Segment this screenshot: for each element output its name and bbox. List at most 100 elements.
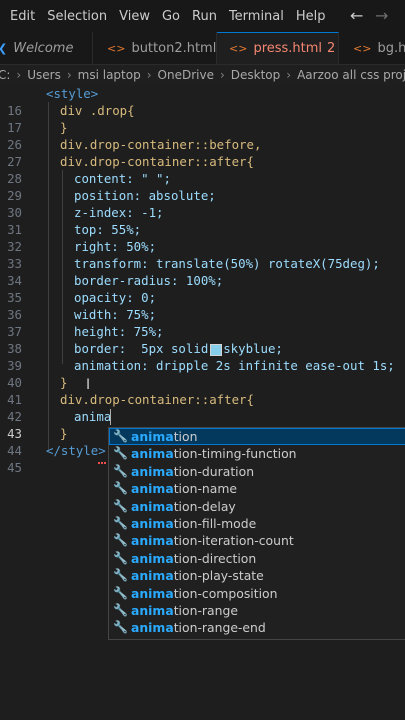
code-text: <style> xyxy=(46,86,99,101)
wrench-icon: 🔧 xyxy=(113,568,128,583)
tab-welcome[interactable]: ❮ Welcome xyxy=(0,32,93,64)
suggestion-match: anima xyxy=(131,515,174,531)
color-swatch[interactable] xyxy=(210,344,222,356)
breadcrumb-item[interactable]: Aarzoo all css project xyxy=(297,68,405,82)
breadcrumb-item[interactable]: msi laptop xyxy=(78,68,141,82)
wrench-icon: 🔧 xyxy=(113,463,128,478)
forward-arrow-icon[interactable]: → xyxy=(375,6,388,25)
wrench-icon: 🔧 xyxy=(113,429,128,443)
suggestion-match: anima xyxy=(131,602,174,618)
code-line: 42 div.drop-container::after{ xyxy=(0,391,405,424)
chevron-right-icon: › xyxy=(219,68,225,82)
suggestion-rest: tion-duration xyxy=(173,463,255,479)
suggestion-match: anima xyxy=(131,446,174,462)
suggestion-item[interactable]: 🔧 anima tion-delay xyxy=(109,498,405,515)
suggestion-rest: tion-name xyxy=(173,481,238,497)
suggestion-match: anima xyxy=(131,585,174,601)
breadcrumb: C: › Users › msi laptop › OneDrive › Desktop… xyxy=(0,65,405,85)
suggestion-match: anima xyxy=(131,550,174,566)
back-arrow-icon[interactable]: ← xyxy=(350,6,363,25)
suggestion-rest: tion-delay xyxy=(173,498,236,514)
menu-bar: Edit Selection View Go Run Terminal Help… xyxy=(0,0,405,32)
breadcrumb-item[interactable]: C: xyxy=(0,68,10,82)
suggestion-item[interactable]: 🔧 anima tion-composition xyxy=(109,585,405,602)
wrench-icon: 🔧 xyxy=(113,550,128,565)
wrench-icon: 🔧 xyxy=(113,515,128,530)
line-number: 45 xyxy=(7,460,22,475)
tab-bg-html[interactable]: <> bg.html xyxy=(339,32,405,64)
suggestion-item[interactable]: 🔧 anima tion-name xyxy=(109,480,405,497)
code-text: } xyxy=(60,426,68,441)
code-line: 26 } xyxy=(0,119,405,152)
tab-button2-html[interactable]: <> button2.html xyxy=(93,32,217,64)
code-line: 36 opacity: 0; xyxy=(0,289,405,322)
code-text: height: 75%; xyxy=(74,324,164,339)
code-line: 31 z-index: -1; xyxy=(0,204,405,237)
code-line: 37 width: 75%; xyxy=(0,306,405,339)
code-line: 27 div.drop-container::before, xyxy=(0,136,405,169)
html-file-icon: <> xyxy=(107,41,126,55)
code-text: div .drop{ xyxy=(60,103,135,118)
suggestion-rest: tion-timing-function xyxy=(173,446,297,462)
suggestion-item[interactable]: 🔧 anima tion-play-state xyxy=(109,567,405,584)
suggestion-rest: tion-range-end xyxy=(173,620,266,636)
menu-help[interactable]: Help xyxy=(290,9,332,24)
menu-run[interactable]: Run xyxy=(186,9,223,24)
suggestion-item[interactable]: 🔧 anima tion-timing-function xyxy=(109,445,405,462)
menu-go[interactable]: Go xyxy=(156,9,186,24)
tab-label: Welcome xyxy=(13,40,74,56)
suggestion-item[interactable]: 🔧 anima tion-direction xyxy=(109,550,405,567)
suggestion-item[interactable]: 🔧 anima tion-duration xyxy=(109,463,405,480)
code-line: 35 border-radius: 100%; xyxy=(0,272,405,305)
breadcrumb-item[interactable]: Users xyxy=(27,68,61,82)
wrench-icon: 🔧 xyxy=(113,481,128,496)
suggestion-item[interactable]: 🔧 anima tion-range xyxy=(109,602,405,619)
suggestion-match: anima xyxy=(131,463,174,479)
suggestion-rest: tion-range xyxy=(173,602,238,618)
code-text: div.drop-container::before, xyxy=(60,137,262,152)
autocomplete-popup: 🔧 anima tion 🔧 anima tion-timing-function 🔧 a… xyxy=(108,427,405,640)
code-text: right: 50%; xyxy=(74,239,157,254)
code-text: </style> xyxy=(46,443,106,458)
tab-press-html[interactable]: <> press.html 2 xyxy=(217,32,339,64)
suggestion-item[interactable]: 🔧 anima tion xyxy=(109,428,405,446)
breadcrumb-item[interactable]: OneDrive xyxy=(158,68,214,82)
html-file-icon: <> xyxy=(353,41,372,55)
suggestion-match: anima xyxy=(131,620,174,636)
code-line: 29 content: " "; xyxy=(0,170,405,203)
suggestion-match: anima xyxy=(131,429,174,444)
suggestion-match: anima xyxy=(131,498,174,514)
problem-count-badge: 2 xyxy=(327,41,336,56)
code-line: 39 border: 5px solid skyblue; xyxy=(0,340,405,373)
chevron-right-icon: › xyxy=(16,68,22,82)
chevron-right-icon: › xyxy=(66,68,72,82)
suggestion-rest: tion-composition xyxy=(173,585,278,601)
code-text: anima xyxy=(74,409,112,424)
wrench-icon: 🔧 xyxy=(113,585,128,600)
code-text: position: absolute; xyxy=(74,188,216,203)
code-text: } xyxy=(60,375,68,390)
code-text: width: 75%; xyxy=(74,307,157,322)
suggestion-item[interactable]: 🔧 anima tion-iteration-count xyxy=(109,532,405,549)
code-line: 16 <style> xyxy=(0,85,405,118)
code-text: opacity: 0; xyxy=(74,290,157,305)
error-squiggle xyxy=(98,459,106,464)
tab-label: press.html xyxy=(253,41,323,56)
chevron-right-icon: › xyxy=(286,68,292,82)
code-text: content: " "; xyxy=(74,171,171,186)
breadcrumb-item[interactable]: Desktop xyxy=(231,68,281,82)
menu-view[interactable]: View xyxy=(113,9,156,24)
suggestion-rest: tion-fill-mode xyxy=(173,515,257,531)
suggestion-match: anima xyxy=(131,568,174,584)
menu-terminal[interactable]: Terminal xyxy=(223,9,290,24)
suggestion-item[interactable]: 🔧 anima tion-fill-mode xyxy=(109,515,405,532)
code-text: top: 55%; xyxy=(74,222,142,237)
code-text: div.drop-container::after{ xyxy=(60,154,254,169)
code-line: 33 right: 50%; xyxy=(0,238,405,271)
code-text: transform: translate(50%) rotateX(75deg)… xyxy=(74,256,380,271)
editor-tabs: ❮ Welcome <> button2.html <> press.html … xyxy=(0,32,405,65)
menu-edit[interactable]: Edit xyxy=(0,9,41,24)
menu-selection[interactable]: Selection xyxy=(41,9,113,24)
suggestion-rest: tion-direction xyxy=(173,550,257,566)
suggestion-item[interactable]: 🔧 anima tion-range-end xyxy=(109,619,405,636)
